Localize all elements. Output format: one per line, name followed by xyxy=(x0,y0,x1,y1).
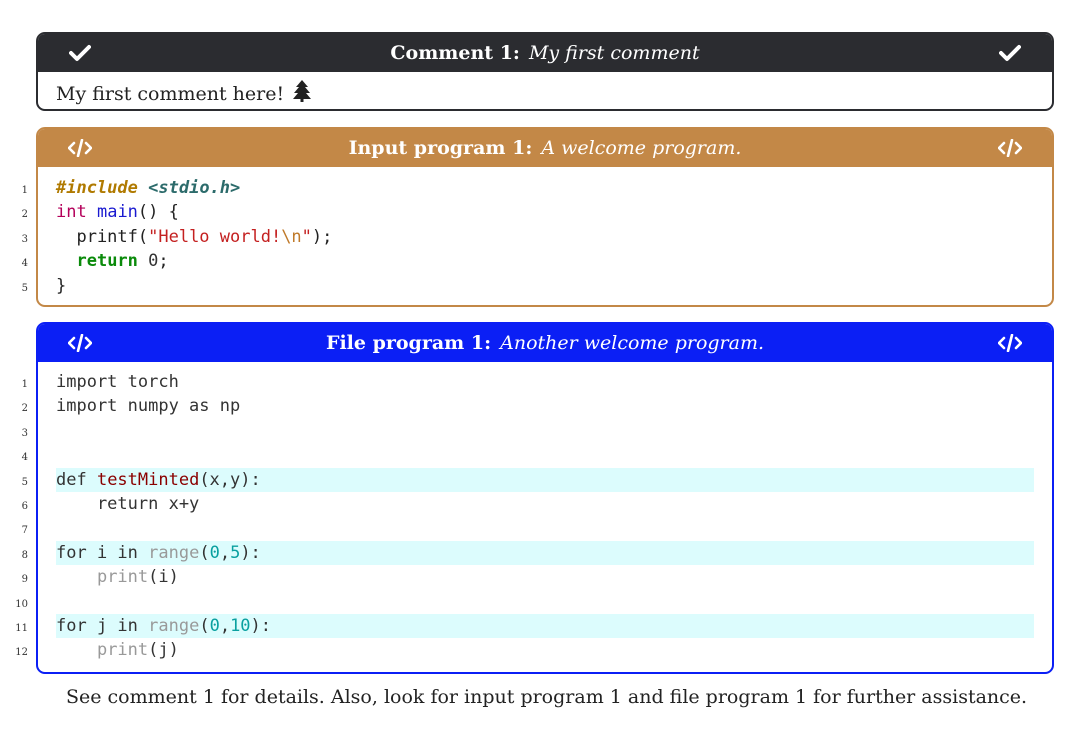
code-line: 6 return x+y xyxy=(22,492,1034,516)
line-number: 2 xyxy=(21,403,28,415)
line-number: 3 xyxy=(21,233,28,245)
line-number: 5 xyxy=(21,476,28,488)
comment-body: My first comment here! xyxy=(56,80,312,107)
comment-header: Comment 1: My first comment xyxy=(38,34,1052,72)
code-icon xyxy=(992,129,1028,167)
file-program-title-label: File program 1: xyxy=(325,332,492,354)
code-line-highlighted: 8 for i in range(0,5): xyxy=(22,540,1034,566)
code-line: 4 return 0; xyxy=(22,249,1034,273)
code-line: 10 xyxy=(15,590,1034,614)
file-program-title-text: Another welcome program. xyxy=(500,332,765,354)
tree-icon xyxy=(292,80,312,107)
check-icon xyxy=(992,34,1028,72)
input-program-box: Input program 1: A welcome program. 1 #in… xyxy=(22,127,1054,307)
line-number: 10 xyxy=(15,598,28,610)
input-program-title-text: A welcome program. xyxy=(541,137,742,159)
line-number: 9 xyxy=(21,574,28,586)
input-program-header: Input program 1: A welcome program. xyxy=(38,129,1052,167)
line-number: 4 xyxy=(21,258,28,270)
code-line: 4 xyxy=(22,443,1034,467)
code-line: 7 xyxy=(22,516,1034,540)
file-program-code: 1 import torch 2 import numpy as np 3 4 5d… xyxy=(15,370,1034,663)
line-number: 6 xyxy=(21,500,28,512)
code-line: 1 #include <stdio.h> xyxy=(22,176,1034,200)
code-line: 3 xyxy=(22,419,1034,443)
code-line: 12 print(j) xyxy=(15,638,1034,662)
footer-text: See comment 1 for details. Also, look fo… xyxy=(66,686,1028,708)
code-line-highlighted: 5 def testMinted(x,y): xyxy=(22,467,1034,492)
check-icon xyxy=(62,34,98,72)
code-icon xyxy=(992,324,1028,362)
line-number: 11 xyxy=(15,622,28,634)
code-line: 2 int main() { xyxy=(22,200,1034,224)
code-line: 2 import numpy as np xyxy=(22,394,1034,418)
input-program-code: 1 #include <stdio.h> 2 int main() { 3 prin… xyxy=(22,176,1034,298)
input-program-title-label: Input program 1: xyxy=(348,137,533,159)
line-number: 5 xyxy=(21,282,28,294)
line-number: 1 xyxy=(21,185,28,196)
code-line: 1 import torch xyxy=(22,370,1034,394)
code-line: 3 printf("Hello world!\n"); xyxy=(22,225,1034,249)
comment-title-label: Comment 1: xyxy=(390,42,520,64)
line-number: 2 xyxy=(21,209,28,221)
code-line: 5} xyxy=(22,274,1034,298)
line-number: 12 xyxy=(15,647,28,659)
line-number: 8 xyxy=(21,549,28,561)
line-number: 4 xyxy=(21,452,28,464)
code-icon xyxy=(62,324,98,362)
comment-title-text: My first comment xyxy=(528,42,700,64)
line-number: 1 xyxy=(21,379,28,390)
comment-body-text: My first comment here! xyxy=(56,82,285,105)
line-number: 3 xyxy=(21,427,28,439)
comment-box: Comment 1: My first comment My first com… xyxy=(36,32,1054,111)
code-line-highlighted: 11 for j in range(0,10): xyxy=(15,613,1034,639)
code-icon xyxy=(62,129,98,167)
file-program-header: File program 1: Another welcome program. xyxy=(38,324,1052,362)
line-number: 7 xyxy=(21,525,28,537)
file-program-box: File program 1: Another welcome program.… xyxy=(15,322,1054,674)
code-line: 9 print(i) xyxy=(22,565,1034,589)
